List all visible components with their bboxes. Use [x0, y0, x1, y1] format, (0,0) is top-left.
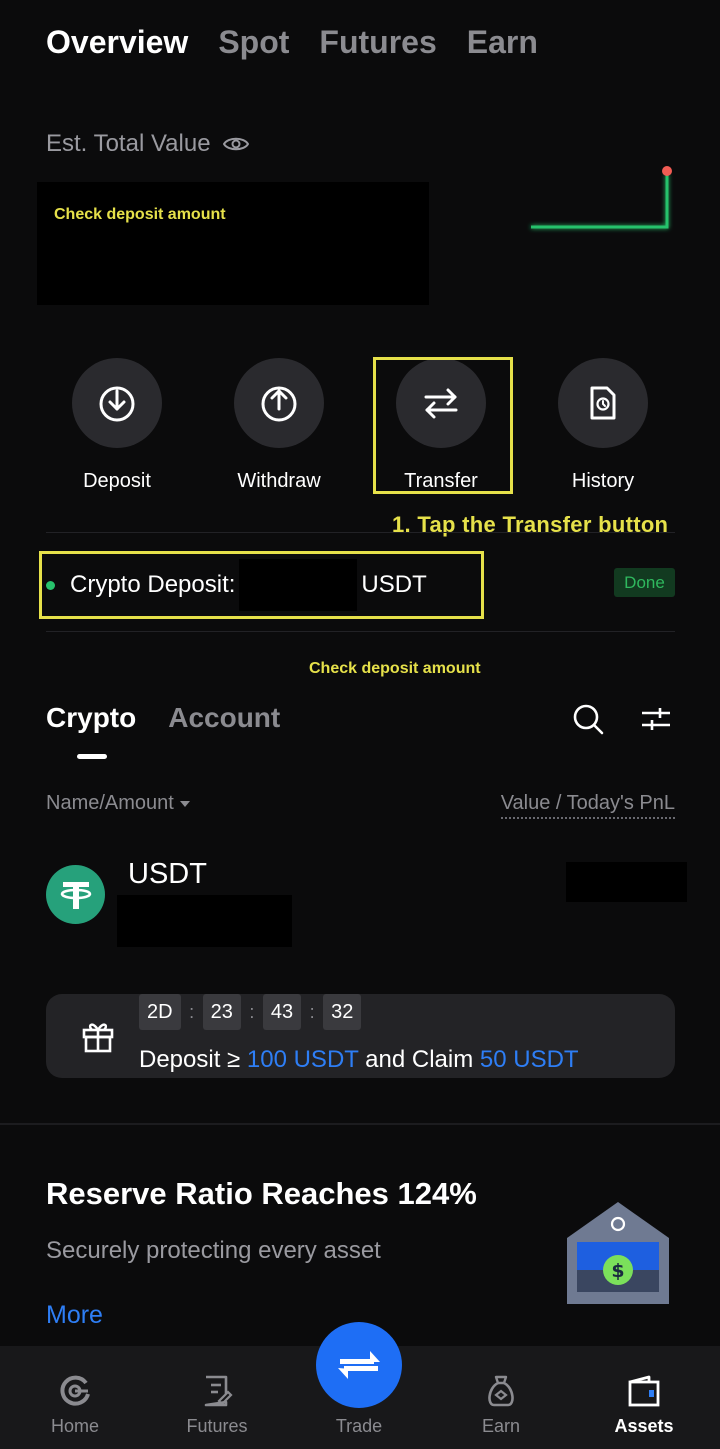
- upload-icon: [261, 386, 297, 422]
- eye-icon[interactable]: [222, 135, 249, 153]
- list-item[interactable]: USDT: [46, 858, 687, 950]
- wallet-icon: [628, 1375, 660, 1407]
- reserve-subtitle: Securely protecting every asset: [46, 1237, 381, 1264]
- nav-home[interactable]: Home: [15, 1346, 135, 1449]
- trade-swap-icon: [338, 1351, 380, 1379]
- redacted-balance: [37, 182, 429, 305]
- annotation-check-deposit: Check deposit amount: [309, 660, 481, 677]
- tab-crypto[interactable]: Crypto: [46, 702, 136, 734]
- history-document-icon: [590, 386, 616, 420]
- total-value-header: Est. Total Value: [46, 130, 249, 158]
- tab-account[interactable]: Account: [168, 702, 280, 734]
- transfer-highlight-box: [373, 357, 513, 494]
- svg-text:$: $: [611, 1260, 624, 1282]
- divider: [46, 532, 675, 533]
- timer-days: 2D: [139, 994, 181, 1030]
- total-value-label: Est. Total Value: [46, 130, 211, 157]
- divider: [46, 631, 675, 632]
- nav-futures-label: Futures: [186, 1416, 248, 1436]
- coin-name: USDT: [128, 858, 207, 890]
- tab-earn[interactable]: Earn: [467, 24, 538, 61]
- nav-earn-label: Earn: [481, 1416, 521, 1436]
- asset-tab-bar: Crypto Account: [46, 702, 280, 734]
- timer-hours: 23: [202, 994, 241, 1030]
- nav-assets[interactable]: Assets: [584, 1346, 704, 1449]
- promo-claim-amount: 50 USDT: [479, 1046, 579, 1073]
- search-icon[interactable]: [572, 703, 604, 735]
- bank-vault-icon: $: [567, 1202, 669, 1304]
- history-button[interactable]: History: [522, 358, 684, 493]
- active-tab-indicator: [77, 754, 107, 759]
- quick-actions: Deposit Withdraw Transfer History: [36, 358, 684, 493]
- timer-seconds: 32: [323, 994, 362, 1030]
- section-divider: [0, 1123, 720, 1125]
- filter-icon[interactable]: [640, 703, 672, 735]
- deposit-highlight-box: [39, 551, 484, 619]
- countdown-timer: 2D : 23 : 43 : 32: [139, 994, 362, 1030]
- redacted-coin-value: [566, 862, 687, 902]
- history-label: History: [571, 470, 635, 492]
- sort-name-label: Name/Amount: [46, 792, 174, 814]
- promo-text: Deposit ≥ 100 USDT and Claim 50 USDT: [139, 1046, 579, 1073]
- tether-icon: [46, 865, 105, 924]
- home-icon: [60, 1375, 90, 1406]
- redacted-coin-amount: [117, 895, 292, 947]
- timer-minutes: 43: [262, 994, 302, 1030]
- tab-futures[interactable]: Futures: [319, 24, 436, 61]
- deposit-label: Deposit: [83, 470, 151, 492]
- caret-down-icon: [179, 800, 190, 807]
- deposit-button[interactable]: Deposit: [36, 358, 198, 493]
- promo-deposit-amount: 100 USDT: [246, 1046, 359, 1073]
- gift-icon: [82, 1023, 114, 1053]
- nav-futures[interactable]: Futures: [157, 1346, 277, 1449]
- tab-overview[interactable]: Overview: [46, 24, 188, 61]
- more-link[interactable]: More: [46, 1301, 103, 1330]
- top-tab-bar: Overview Spot Futures Earn: [46, 24, 538, 61]
- annotation-check-balance: Check deposit amount: [54, 206, 226, 223]
- trade-button[interactable]: [316, 1322, 402, 1408]
- value-pnl-header[interactable]: Value / Today's PnL: [500, 792, 675, 819]
- status-badge: Done: [614, 568, 675, 597]
- withdraw-label: Withdraw: [237, 470, 321, 492]
- download-icon: [99, 386, 135, 422]
- deposit-promo-banner[interactable]: 2D : 23 : 43 : 32 Deposit ≥ 100 USDT and…: [46, 994, 675, 1078]
- sort-name-amount[interactable]: Name/Amount: [46, 792, 190, 815]
- annotation-transfer-step: 1. Tap the Transfer button: [392, 512, 669, 537]
- reserve-title: Reserve Ratio Reaches 124%: [46, 1176, 477, 1211]
- tab-spot[interactable]: Spot: [218, 24, 289, 61]
- earn-icon: [488, 1375, 514, 1407]
- nav-earn[interactable]: Earn: [441, 1346, 561, 1449]
- nav-assets-label: Assets: [614, 1416, 674, 1436]
- balance-sparkline: [531, 166, 672, 229]
- nav-trade-label: Trade: [335, 1416, 383, 1436]
- futures-icon: [204, 1375, 233, 1407]
- nav-home-label: Home: [50, 1416, 99, 1436]
- withdraw-button[interactable]: Withdraw: [198, 358, 360, 493]
